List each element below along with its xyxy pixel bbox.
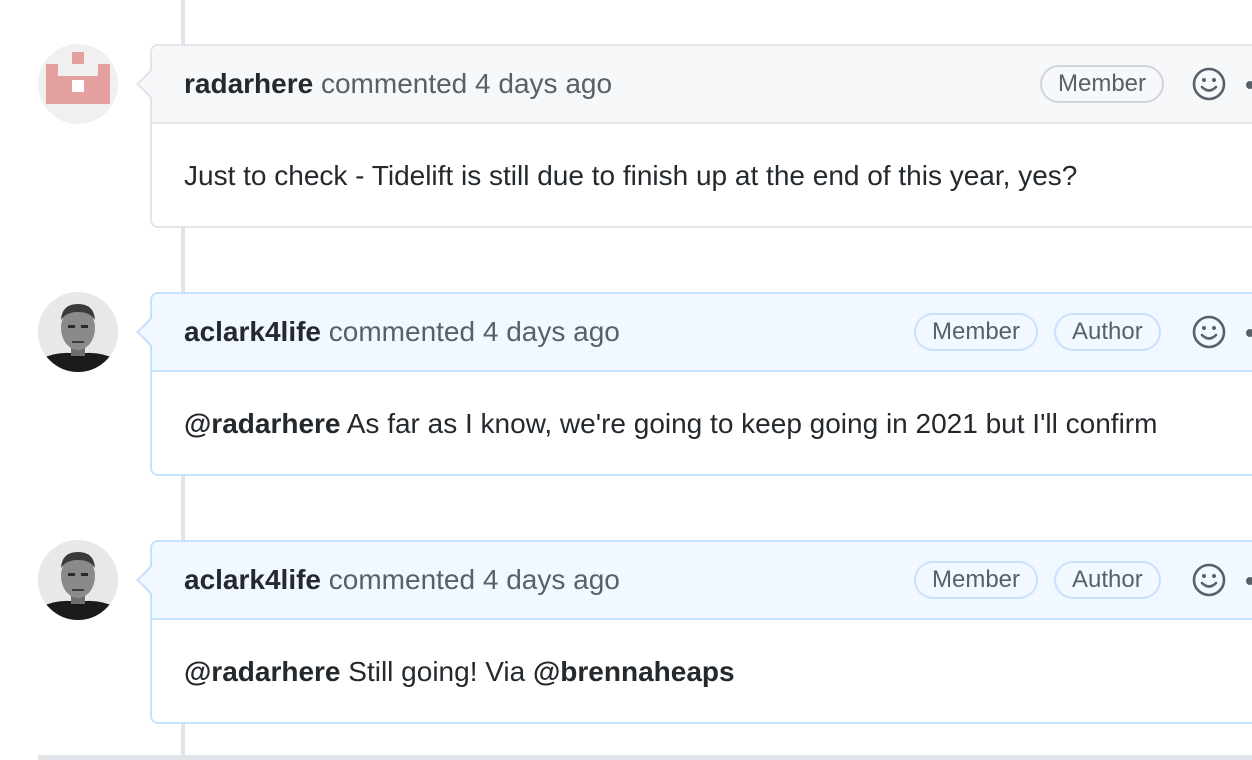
smiley-icon[interactable] [1192, 315, 1226, 349]
avatar-radarhere[interactable] [38, 44, 118, 124]
kebab-menu-icon[interactable] [1246, 81, 1252, 89]
member-badge: Member [914, 561, 1039, 599]
comment-text: Just to check - Tidelift is still due to… [184, 160, 1078, 191]
kebab-menu-icon[interactable] [1246, 577, 1252, 585]
user-mention[interactable]: @brennaheaps [533, 656, 735, 687]
avatar-aclark4life[interactable] [38, 540, 118, 620]
comment-body: @radarhere As far as I know, we're going… [152, 372, 1252, 474]
smiley-icon[interactable] [1192, 563, 1226, 597]
comment-timestamp[interactable]: 4 days ago [483, 316, 620, 347]
comment-text: Still going! Via [348, 656, 526, 687]
comment-body: @radarhere Still going! Via @brennaheaps [152, 620, 1252, 722]
comment-action: commented [320, 68, 468, 99]
comment-body: Just to check - Tidelift is still due to… [152, 124, 1252, 226]
kebab-menu-icon[interactable] [1246, 329, 1252, 337]
user-mention[interactable]: @radarhere [184, 408, 341, 439]
avatar-aclark4life[interactable] [38, 292, 118, 372]
comment-action: commented [328, 564, 476, 595]
comment-box: radarhere commented 4 days ago Member Ju… [136, 44, 1252, 228]
comment-author[interactable]: aclark4life [184, 564, 321, 595]
comment-header: aclark4life commented 4 days ago Member … [152, 542, 1252, 620]
comment-header: radarhere commented 4 days ago Member [152, 46, 1252, 124]
member-badge: Member [914, 313, 1039, 351]
issue-timeline: radarhere commented 4 days ago Member Ju… [0, 0, 1252, 760]
timeline-bottom-divider [38, 755, 1252, 760]
comment-box: aclark4life commented 4 days ago Member … [136, 292, 1252, 476]
member-badge: Member [1040, 65, 1165, 103]
author-badge: Author [1054, 561, 1161, 599]
comment-text: As far as I know, we're going to keep go… [346, 408, 1158, 439]
comment-timestamp[interactable]: 4 days ago [483, 564, 620, 595]
author-badge: Author [1054, 313, 1161, 351]
comment-action: commented [328, 316, 476, 347]
comment-author[interactable]: radarhere [184, 68, 313, 99]
user-mention[interactable]: @radarhere [184, 656, 341, 687]
comment-box: aclark4life commented 4 days ago Member … [136, 540, 1252, 724]
comment-timestamp[interactable]: 4 days ago [475, 68, 612, 99]
comment-header: aclark4life commented 4 days ago Member … [152, 294, 1252, 372]
comment-author[interactable]: aclark4life [184, 316, 321, 347]
smiley-icon[interactable] [1192, 67, 1226, 101]
